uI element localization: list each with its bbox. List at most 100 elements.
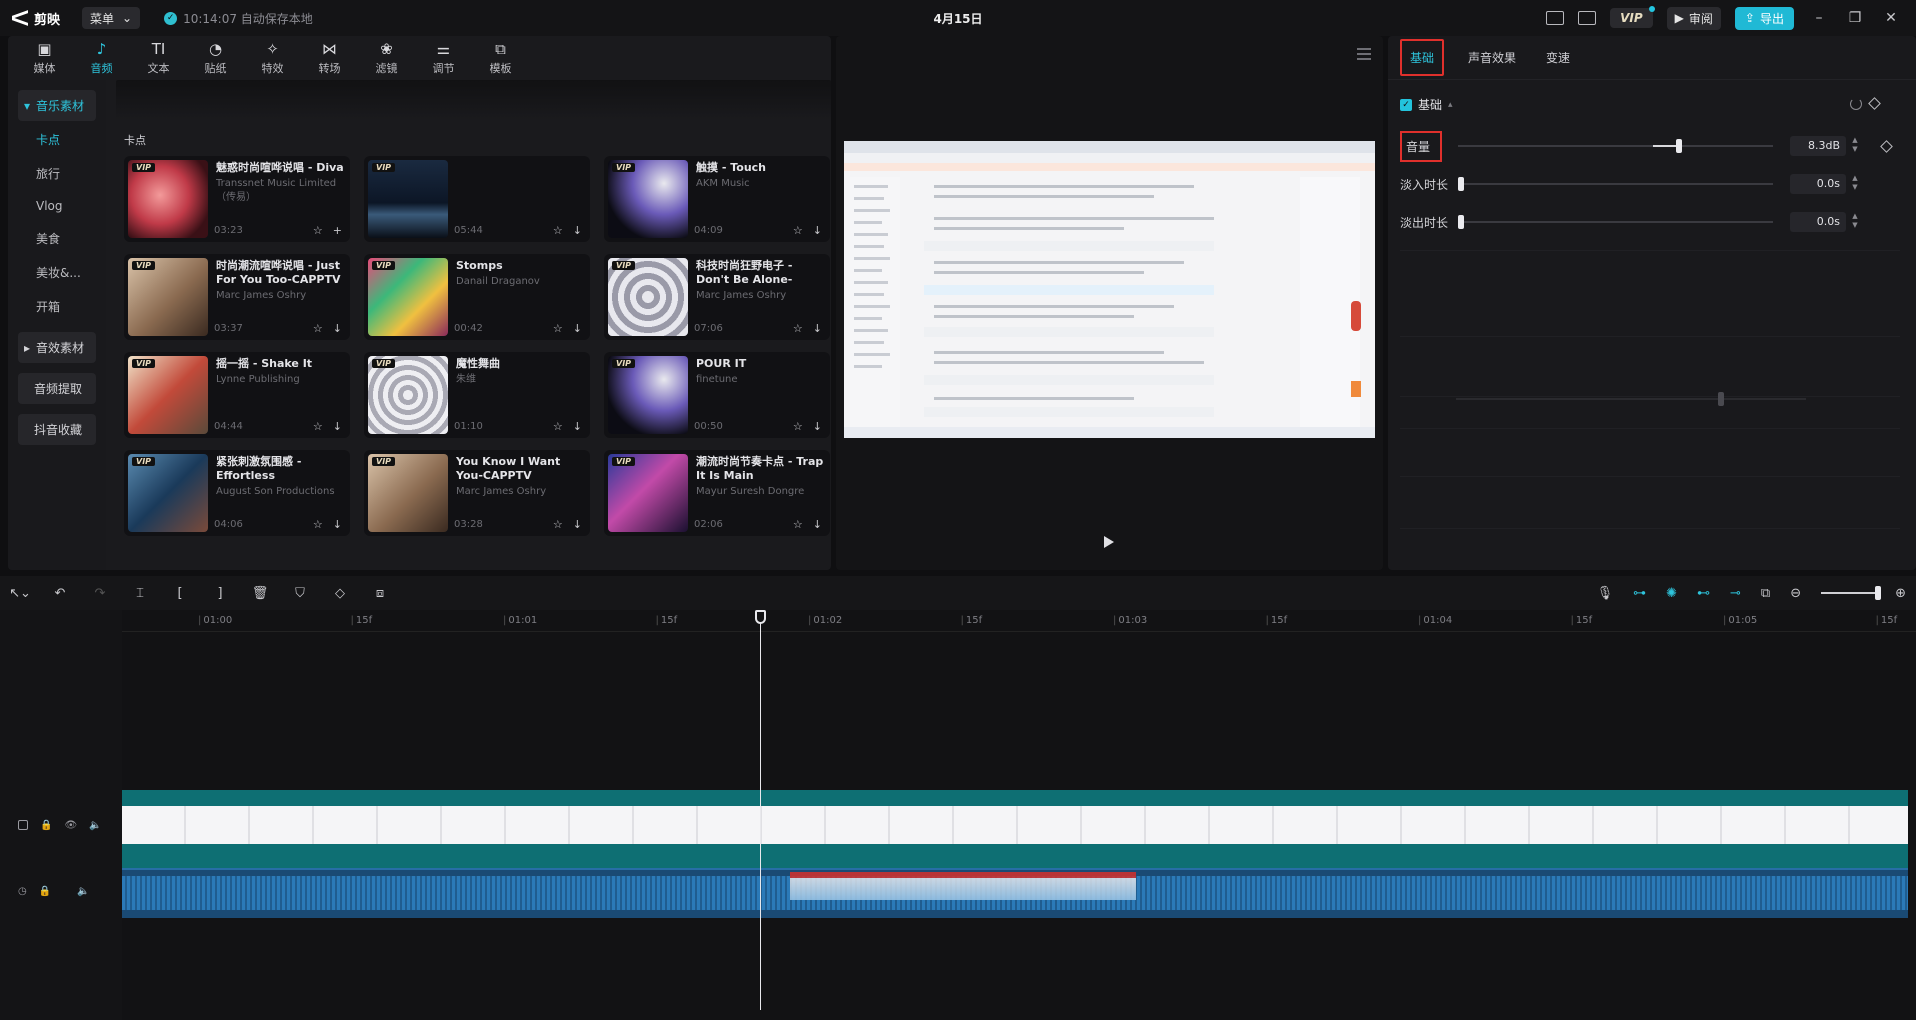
tab-effects[interactable]: ✧ 特效 bbox=[244, 36, 301, 80]
music-card[interactable]: VIP 05:44 ☆ ↓ bbox=[364, 156, 590, 242]
cover-icon[interactable] bbox=[18, 820, 28, 830]
align-icon[interactable]: ⊸ bbox=[1730, 586, 1741, 601]
tab-transition[interactable]: ⋈ 转场 bbox=[301, 36, 358, 80]
playhead-line[interactable] bbox=[760, 610, 761, 1010]
favorite-star-icon[interactable]: ☆ bbox=[793, 224, 803, 237]
category-item-travel[interactable]: 旅行 bbox=[8, 155, 106, 189]
magnet-icon[interactable]: ⊷ bbox=[1697, 586, 1710, 601]
close-icon[interactable]: ✕ bbox=[1880, 10, 1902, 26]
volume-keyframe-icon[interactable] bbox=[1880, 139, 1893, 153]
lock-icon[interactable]: 🔒 bbox=[40, 820, 52, 831]
playhead-handle[interactable] bbox=[755, 610, 766, 624]
review-button[interactable]: ▶ 审阅 bbox=[1666, 6, 1721, 30]
music-category-header[interactable]: ▾ 音乐素材 bbox=[18, 90, 96, 121]
fade-in-slider-knob[interactable] bbox=[1458, 177, 1464, 191]
link-clips-icon[interactable]: ⊶ bbox=[1633, 586, 1646, 601]
music-card[interactable]: VIP 摇一摇 - Shake It Lynne Publishing 04:44 ☆ ↓ bbox=[124, 352, 350, 438]
tab-sticker[interactable]: ◔ 贴纸 bbox=[187, 36, 244, 80]
favorite-star-icon[interactable]: ☆ bbox=[793, 420, 803, 433]
zoom-slider-knob[interactable] bbox=[1875, 586, 1882, 600]
video-clip[interactable] bbox=[122, 790, 1908, 875]
favorite-star-icon[interactable]: ☆ bbox=[793, 518, 803, 531]
tab-filter[interactable]: ❀ 滤镜 bbox=[358, 36, 415, 80]
favorite-star-icon[interactable]: ☆ bbox=[313, 322, 323, 335]
download-icon[interactable]: ↓ bbox=[573, 322, 582, 335]
layout-icon[interactable] bbox=[1578, 11, 1597, 25]
favorite-star-icon[interactable]: ☆ bbox=[793, 322, 803, 335]
fade-in-stepper-icon[interactable]: ▲ ▼ bbox=[1849, 174, 1861, 194]
category-item-unboxing[interactable]: 开箱 bbox=[8, 288, 106, 322]
music-card[interactable]: VIP 触摸 - Touch AKM Music 04:09 ☆ ↓ bbox=[604, 156, 830, 242]
sfx-category-header[interactable]: ▸ 音效素材 bbox=[18, 332, 96, 363]
shortcut-icon[interactable] bbox=[1546, 11, 1565, 25]
vip-button[interactable]: VIP bbox=[1610, 6, 1655, 28]
music-card[interactable]: VIP You Know I Want You-CAPPTV Marc James … bbox=[364, 450, 590, 536]
minimize-icon[interactable]: – bbox=[1808, 10, 1830, 26]
download-icon[interactable]: ↓ bbox=[813, 420, 822, 433]
microphone-icon[interactable]: 🎙 bbox=[1597, 586, 1614, 601]
trim-left-icon[interactable]: [ bbox=[160, 586, 200, 601]
basic-section-header[interactable]: ✓ 基础 ▴ bbox=[1400, 96, 1453, 113]
music-card[interactable]: VIP 潮流时尚节奏卡点 - Trap It Is Main Mayur Sures… bbox=[604, 450, 830, 536]
fade-out-slider-knob[interactable] bbox=[1458, 215, 1464, 229]
music-card[interactable]: VIP 时尚潮流喧哗说唱 - Just For You Too-CAPPTV Mar… bbox=[124, 254, 350, 340]
zoom-in-icon[interactable]: ⊕ bbox=[1895, 586, 1906, 601]
fade-in-value-input[interactable]: 0.0s bbox=[1790, 174, 1846, 194]
download-icon[interactable]: ↓ bbox=[333, 518, 342, 531]
tab-speed[interactable]: 变速 bbox=[1540, 43, 1576, 72]
download-icon[interactable]: ↓ bbox=[333, 420, 342, 433]
play-icon[interactable] bbox=[1104, 536, 1114, 548]
music-card[interactable]: VIP 魅惑时尚喧哗说唱 - Diva Transsnet Music Limite… bbox=[124, 156, 350, 242]
download-icon[interactable]: ↓ bbox=[573, 420, 582, 433]
tab-audio[interactable]: ♪ 音频 bbox=[73, 36, 130, 80]
music-card[interactable]: VIP 科技时尚狂野电子 - Don't Be Alone-CAPPVF Marc … bbox=[604, 254, 830, 340]
redo-icon[interactable]: ↷ bbox=[80, 586, 120, 601]
preview-axis-icon[interactable]: ⧉ bbox=[1761, 586, 1770, 601]
select-tool-icon[interactable]: ↖⌄ bbox=[0, 586, 40, 601]
zoom-slider[interactable] bbox=[1821, 586, 1882, 600]
clock-icon[interactable]: ◷ bbox=[18, 886, 27, 897]
music-card[interactable]: VIP POUR IT finetune 00:50 ☆ ↓ bbox=[604, 352, 830, 438]
douyin-favorites-button[interactable]: 抖音收藏 bbox=[18, 414, 96, 445]
tab-basic[interactable]: 基础 bbox=[1400, 39, 1445, 76]
fade-in-slider[interactable] bbox=[1458, 177, 1773, 191]
fade-out-value-input[interactable]: 0.0s bbox=[1790, 212, 1846, 232]
category-item-beauty[interactable]: 美妆&... bbox=[8, 254, 106, 288]
keyframe-diamond-icon[interactable] bbox=[1868, 97, 1881, 110]
music-card[interactable]: VIP 魔性舞曲 朱维 01:10 ☆ ↓ bbox=[364, 352, 590, 438]
download-icon[interactable]: ↓ bbox=[573, 518, 582, 531]
favorite-star-icon[interactable]: ☆ bbox=[313, 420, 323, 433]
volume-slider[interactable] bbox=[1458, 139, 1773, 153]
tab-text[interactable]: TI 文本 bbox=[130, 36, 187, 80]
favorite-star-icon[interactable]: ☆ bbox=[313, 518, 323, 531]
speaker-icon[interactable]: 🔈 bbox=[89, 820, 101, 831]
fade-out-slider[interactable] bbox=[1458, 215, 1773, 229]
volume-stepper-icon[interactable]: ▲ ▼ bbox=[1849, 136, 1861, 156]
tab-media[interactable]: ▣ 媒体 bbox=[16, 36, 73, 80]
timeline[interactable]: 🔒 👁 🔈 ◷ 🔒 🔈 01:0015f01:0115f01:0215f01:0… bbox=[0, 610, 1916, 1020]
player-menu-icon[interactable] bbox=[1357, 48, 1371, 63]
speaker-icon[interactable]: 🔈 bbox=[77, 886, 89, 897]
category-item-food[interactable]: 美食 bbox=[8, 220, 106, 254]
audio-clip[interactable] bbox=[122, 868, 1908, 918]
download-icon[interactable]: ↓ bbox=[573, 224, 582, 237]
category-item-kadian[interactable]: 卡点 bbox=[8, 121, 106, 155]
music-card[interactable]: VIP Stomps Danail Draganov 00:42 ☆ ↓ bbox=[364, 254, 590, 340]
lock-icon[interactable]: 🔒 bbox=[39, 886, 51, 897]
favorite-star-icon[interactable]: ☆ bbox=[553, 224, 563, 237]
download-icon[interactable]: ↓ bbox=[333, 322, 342, 335]
preview-screen[interactable] bbox=[844, 141, 1375, 438]
menu-button[interactable]: 菜单 ⌄ bbox=[82, 7, 141, 29]
favorite-star-icon[interactable]: ☆ bbox=[553, 420, 563, 433]
category-item-vlog[interactable]: Vlog bbox=[8, 189, 106, 220]
time-ruler[interactable]: 01:00 15f 01:01 15f 01:02 15f 01:03 15f 01:04 15f… bbox=[122, 610, 1916, 632]
shield-icon[interactable]: ◇ bbox=[320, 586, 360, 601]
snap-icon[interactable]: ✺ bbox=[1666, 586, 1677, 601]
delete-icon[interactable]: 🗑 bbox=[240, 586, 280, 601]
tab-sound-effects[interactable]: 声音效果 bbox=[1462, 43, 1522, 72]
undo-icon[interactable]: ↶ bbox=[40, 586, 80, 601]
split-icon[interactable]: ⌶ bbox=[120, 586, 160, 601]
volume-slider-knob[interactable] bbox=[1675, 139, 1682, 153]
marker-icon[interactable]: ⛉ bbox=[280, 586, 320, 601]
maximize-icon[interactable]: ❐ bbox=[1844, 10, 1866, 26]
